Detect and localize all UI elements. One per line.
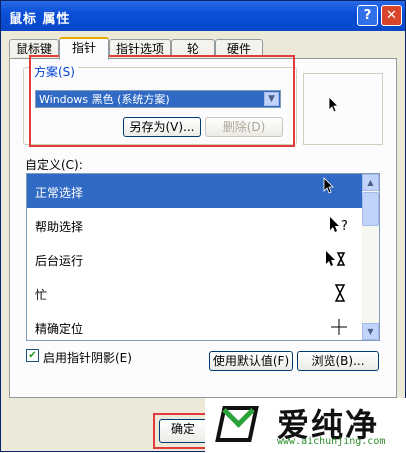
crosshair-cursor-icon [331,319,347,335]
scroll-thumb[interactable] [362,192,379,226]
pointer-shadow-label: 启用指针阴影(E) [43,351,132,365]
tab-pointers[interactable]: 指针 [59,37,109,60]
list-item[interactable]: 后台运行 [27,242,363,276]
mouse-properties-dialog: 鼠标 属性 ? ✕ 鼠标键 指针 指针选项 轮 硬件 方案(S) Windows… [0,0,406,453]
window-title: 鼠标 属性 [9,12,71,27]
list-scrollbar[interactable]: ▲ ▼ [362,174,379,340]
list-item-label: 后台运行 [35,254,84,268]
watermark: 爱纯净 www.aichunjing.com [205,395,406,453]
working-cursor-icon [326,251,346,266]
list-item[interactable]: 帮助选择 ? [27,208,363,242]
list-item-label: 帮助选择 [35,220,84,234]
close-button[interactable]: ✕ [381,5,402,26]
watermark-url: www.aichunjing.com [277,436,386,447]
use-default-button[interactable]: 使用默认值(F) [209,351,293,371]
list-item[interactable]: 正常选择 [27,174,363,208]
cursor-preview [303,73,383,145]
list-item-label: 正常选择 [35,186,84,200]
scroll-down-icon[interactable]: ▼ [362,323,379,340]
pointer-shadow-checkbox[interactable]: ✔ [26,349,39,362]
highlight-box-ok [153,413,213,449]
list-item[interactable]: 精确定位 [27,310,363,340]
list-item[interactable]: 忙 [27,276,363,310]
help-button[interactable]: ? [357,5,378,26]
arrow-cursor-icon [323,177,334,194]
cursor-list[interactable]: 正常选择 帮助选择 ? 后台运行 忙 精确定位 ▲ ▼ [26,173,380,341]
list-item-label: 忙 [35,288,48,302]
busy-cursor-icon [335,284,345,302]
customize-label: 自定义(C): [25,158,83,172]
highlight-box-scheme [29,55,295,147]
svg-text:?: ? [341,219,348,234]
title-bar[interactable]: 鼠标 属性 ? ✕ [1,1,405,31]
preview-arrow-cursor-icon [328,96,339,113]
browse-button[interactable]: 浏览(B)... [297,351,379,371]
scroll-up-icon[interactable]: ▲ [362,174,379,191]
list-item-label: 精确定位 [35,322,84,336]
help-cursor-icon: ? [330,217,348,234]
